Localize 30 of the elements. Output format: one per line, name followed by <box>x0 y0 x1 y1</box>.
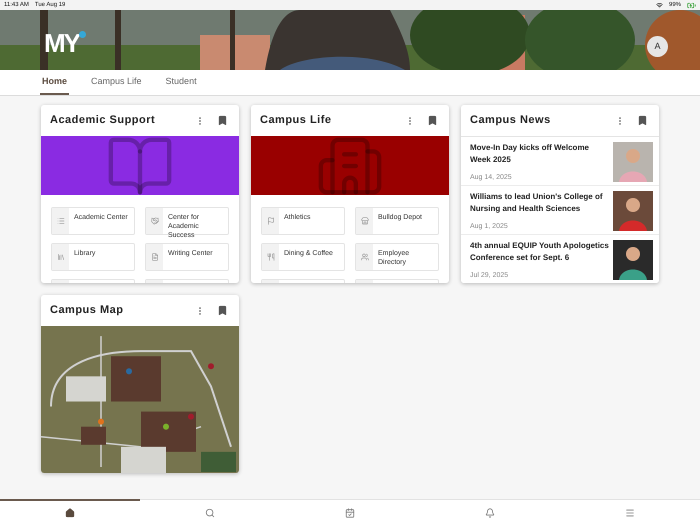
menu-icon <box>625 508 635 518</box>
card-title: Campus Life <box>260 113 332 128</box>
bell-icon <box>485 508 495 518</box>
bookmark-icon <box>426 115 438 126</box>
card-title: Campus News <box>470 113 551 128</box>
document-icon <box>150 253 158 261</box>
handshake-icon <box>150 217 158 225</box>
search-icon <box>205 508 215 518</box>
tab[interactable]: Student <box>164 70 199 95</box>
bookmark-icon <box>636 115 648 126</box>
battery-icon <box>687 0 696 10</box>
bookmark-icon <box>216 305 228 316</box>
people-icon <box>360 253 368 261</box>
card-title: Academic Support <box>50 113 156 128</box>
books-icon <box>56 253 64 261</box>
tab[interactable]: Home <box>40 70 70 95</box>
logo: MY <box>44 30 86 56</box>
wifi-icon <box>656 2 663 8</box>
calendar-icon <box>345 508 355 518</box>
flag-icon <box>266 217 274 225</box>
news-title: Williams to lead Union's College of Nursing and Health Sciences <box>470 191 604 215</box>
tab[interactable]: Campus Life <box>89 70 144 95</box>
list-icon <box>56 217 64 225</box>
utensils-icon <box>266 253 274 261</box>
card-title: Campus Map <box>50 303 124 318</box>
news-title: Move-In Day kicks off Welcome Week 2025 <box>470 142 590 166</box>
bookmark-icon <box>216 115 228 126</box>
news-title: 4th annual EQUIP Youth Apologetics Conference set for Sept. 6 <box>470 240 609 264</box>
home-icon <box>65 508 75 518</box>
storefront-icon <box>360 217 368 225</box>
